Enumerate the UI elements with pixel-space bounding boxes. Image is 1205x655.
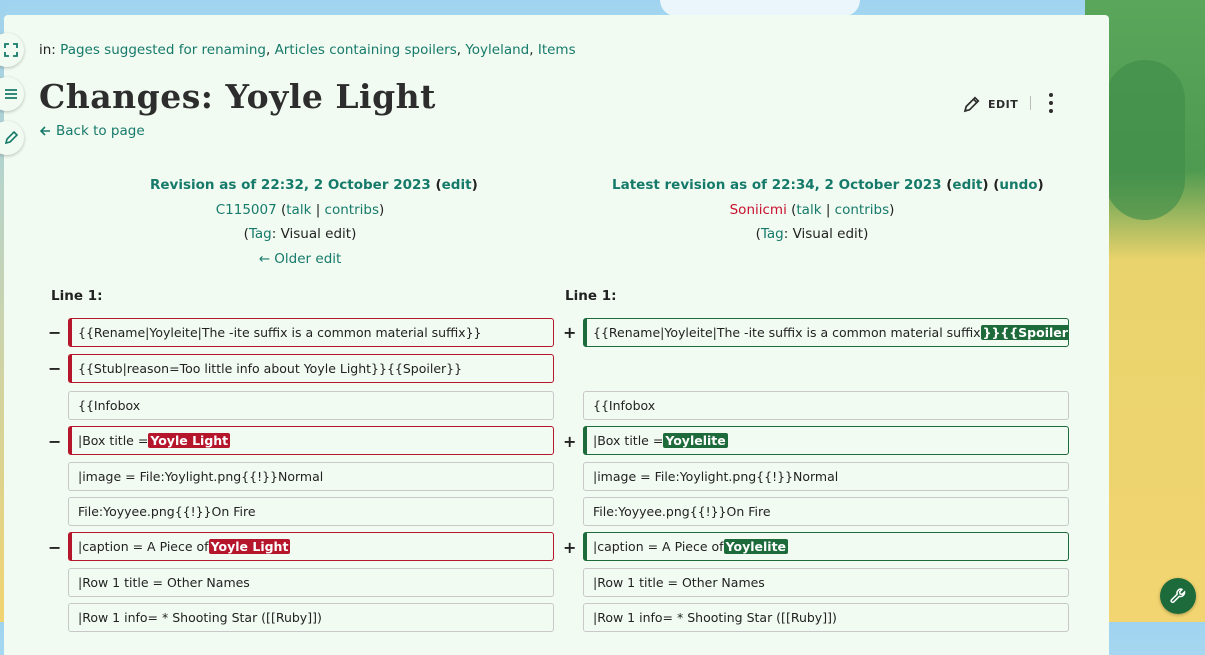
background-cloud [660, 0, 860, 16]
left-line-number: Line 1: [51, 288, 103, 304]
old-revision-user-link[interactable]: C115007 [216, 202, 277, 218]
diff-deleted-line: {{Stub|reason=Too little info about Yoyl… [68, 354, 554, 383]
diff-text: {{Stub|reason=Too little info about Yoyl… [78, 361, 463, 376]
diff-deleted-highlight: Yoyle Light [148, 433, 231, 448]
diff-text: {{Rename|Yoyleite|The -ite suffix is a c… [78, 325, 482, 340]
diff-context-line: |Row 1 title = Other Names [68, 568, 554, 597]
diff-deleted-highlight: Yoyle Light [208, 539, 291, 554]
menu-icon [5, 89, 17, 99]
background-bush [1105, 60, 1185, 220]
edit-label: EDIT [988, 97, 1019, 111]
back-to-page-link[interactable]: Back to page [39, 123, 145, 139]
diff-text: File:Yoyyee.png{{!}}On Fire [78, 504, 256, 519]
new-revision-tag-link[interactable]: Tag [761, 226, 784, 242]
diff-context-line: {{Infobox [68, 391, 554, 420]
new-revision-link[interactable]: Latest revision as of 22:34, 2 October 2… [612, 177, 942, 193]
wrench-icon [1170, 588, 1186, 604]
edit-button[interactable]: EDIT [962, 94, 1018, 114]
diff-text: |Row 1 info= * Shooting Star ([[Ruby]]) [78, 610, 322, 625]
old-revision-header: Revision as of 22:32, 2 October 2023 (ed… [150, 177, 478, 267]
edit-pencil-icon [963, 96, 980, 113]
deleted-marker: − [48, 323, 62, 342]
diff-deleted-line: |caption = A Piece of Yoyle Light [68, 532, 554, 561]
old-revision-contribs-link[interactable]: contribs [325, 202, 379, 218]
category-link-items[interactable]: Items [538, 42, 576, 58]
fullscreen-button[interactable] [0, 33, 24, 67]
diff-context-line: File:Yoyyee.png{{!}}On Fire [68, 497, 554, 526]
diff-context-line: |Row 1 title = Other Names [583, 568, 1069, 597]
diff-text: |caption = A Piece of [78, 539, 209, 554]
category-link-yoyleland[interactable]: Yoyleland [465, 42, 529, 58]
diff-text: |Row 1 info= * Shooting Star ([[Ruby]]) [593, 610, 837, 625]
diff-text: File:Yoyyee.png{{!}}On Fire [593, 504, 771, 519]
diff-deleted-line: {{Rename|Yoyleite|The -ite suffix is a c… [68, 318, 554, 347]
category-link-renaming[interactable]: Pages suggested for renaming [60, 42, 266, 58]
more-vertical-icon [1049, 93, 1053, 97]
side-toolbar [0, 33, 24, 165]
more-actions-button[interactable] [1044, 93, 1058, 113]
undo-link[interactable]: undo [999, 177, 1037, 193]
diff-text: {{Rename|Yoyleite|The -ite suffix is a c… [593, 325, 981, 340]
diff-text: |image = File:Yoylight.png{{!}}Normal [593, 469, 839, 484]
added-marker: + [563, 538, 577, 557]
tools-button[interactable] [1160, 578, 1196, 614]
diff-deleted-line: |Box title = Yoyle Light [68, 426, 554, 455]
old-revision-tag-link[interactable]: Tag [249, 226, 272, 242]
action-divider [1030, 96, 1031, 110]
category-link-spoilers[interactable]: Articles containing spoilers [275, 42, 457, 58]
diff-added-line: |caption = A Piece of Yoylelite [583, 532, 1069, 561]
diff-context-line: |Row 1 info= * Shooting Star ([[Ruby]]) [583, 603, 1069, 632]
main-content: in: Pages suggested for renaming, Articl… [0, 15, 1109, 655]
older-edit-link[interactable]: ← Older edit [259, 251, 342, 267]
diff-added-line: {{Rename|Yoyleite|The -ite suffix is a c… [583, 318, 1069, 347]
diff-added-highlight: }}{{Spoiler [980, 325, 1068, 340]
diff-added-highlight: Yoylelite [723, 539, 789, 554]
new-revision-header: Latest revision as of 22:34, 2 October 2… [612, 177, 1044, 242]
added-marker: + [563, 323, 577, 342]
back-link-label: Back to page [56, 123, 145, 139]
new-revision-tag-value: : Visual edit [783, 226, 864, 242]
deleted-marker: − [48, 359, 62, 378]
old-revision-link[interactable]: Revision as of 22:32, 2 October 2023 [150, 177, 431, 193]
categories-label: in: [39, 42, 56, 58]
old-revision-talk-link[interactable]: talk [286, 202, 311, 218]
deleted-marker: − [48, 538, 62, 557]
diff-context-line: File:Yoyyee.png{{!}}On Fire [583, 497, 1069, 526]
new-revision-contribs-link[interactable]: contribs [835, 202, 889, 218]
diff-text: |image = File:Yoylight.png{{!}}Normal [78, 469, 324, 484]
old-revision-tag-value: : Visual edit [271, 226, 352, 242]
side-edit-button[interactable] [0, 121, 24, 155]
fullscreen-icon [4, 43, 18, 57]
diff-context-line: {{Infobox [583, 391, 1069, 420]
new-revision-talk-link[interactable]: talk [796, 202, 821, 218]
deleted-marker: − [48, 432, 62, 451]
category-bar: in: Pages suggested for renaming, Articl… [39, 42, 576, 58]
diff-text: {{Infobox [593, 398, 656, 413]
added-marker: + [563, 432, 577, 451]
page-title: Changes: Yoyle Light [39, 77, 436, 116]
new-revision-user-link[interactable]: Soniicmi [730, 202, 787, 218]
right-line-number: Line 1: [565, 288, 617, 304]
old-revision-edit-link[interactable]: edit [442, 177, 472, 193]
diff-added-highlight: Yoylelite [663, 433, 728, 448]
diff-text: {{Infobox [78, 398, 141, 413]
pencil-icon [4, 131, 18, 145]
diff-text: |Box title = [593, 433, 664, 448]
back-arrow-icon [39, 126, 50, 136]
diff-text: |Row 1 title = Other Names [78, 575, 250, 590]
diff-context-line: |Row 1 info= * Shooting Star ([[Ruby]]) [68, 603, 554, 632]
new-revision-edit-link[interactable]: edit [952, 177, 982, 193]
diff-context-line: |image = File:Yoylight.png{{!}}Normal [68, 462, 554, 491]
diff-text: |Box title = [78, 433, 149, 448]
diff-context-line: |image = File:Yoylight.png{{!}}Normal [583, 462, 1069, 491]
table-of-contents-button[interactable] [0, 77, 24, 111]
diff-text: |Row 1 title = Other Names [593, 575, 765, 590]
diff-text: |caption = A Piece of [593, 539, 724, 554]
diff-added-line: |Box title = Yoylelite [583, 426, 1069, 455]
